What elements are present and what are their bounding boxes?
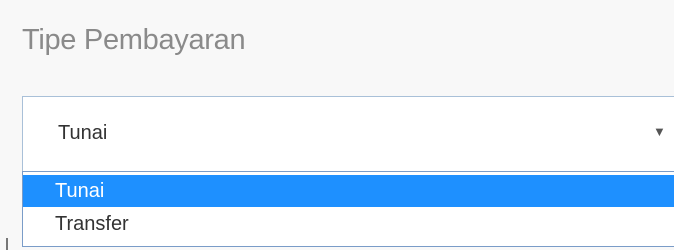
payment-type-label: Tipe Pembayaran	[22, 24, 246, 56]
payment-type-select[interactable]: Tunai ▼	[22, 96, 674, 171]
cursor-mark	[6, 238, 8, 250]
dropdown-arrow-icon[interactable]: ▼	[653, 122, 666, 142]
payment-type-options-list: Tunai Transfer	[22, 171, 674, 247]
option-tunai[interactable]: Tunai	[23, 175, 674, 207]
option-transfer[interactable]: Transfer	[23, 208, 674, 240]
payment-type-selected-value: Tunai	[58, 122, 108, 144]
